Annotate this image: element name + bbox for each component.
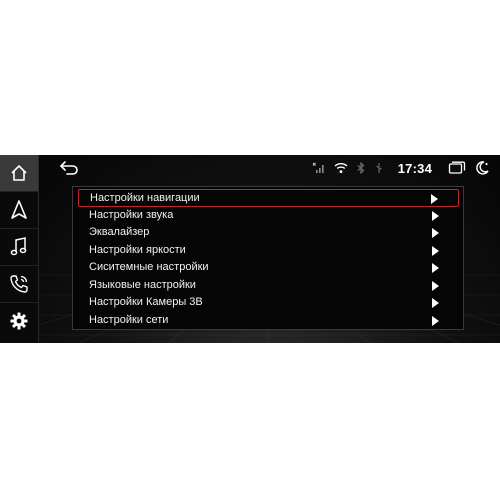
arrow-right-icon xyxy=(432,210,439,221)
arrow-right-icon xyxy=(432,245,439,256)
arrow-right-icon xyxy=(432,298,439,308)
menu-item-label: Настройки яркости xyxy=(89,243,186,256)
usb-icon xyxy=(375,163,382,173)
sidebar-item-home[interactable] xyxy=(0,155,38,192)
menu-item-camera-settings[interactable]: Настройки Камеры 3В xyxy=(78,294,459,312)
status-icons: 17:34 xyxy=(312,157,490,179)
menu-item-sound-settings[interactable]: Настройки звука xyxy=(78,207,459,225)
wifi-icon xyxy=(334,163,348,173)
sidebar-item-music[interactable] xyxy=(0,229,38,266)
menu-item-system-settings[interactable]: Сиситемные настройки xyxy=(78,259,459,277)
multi-window-icon[interactable] xyxy=(448,161,466,175)
night-mode-icon[interactable] xyxy=(474,160,490,176)
arrow-right-icon xyxy=(431,194,438,204)
arrow-right-icon xyxy=(432,315,439,326)
music-icon xyxy=(10,237,27,256)
gear-icon xyxy=(10,312,28,330)
menu-item-label: Настройки звука xyxy=(89,208,174,221)
menu-item-label: Настройки навигации xyxy=(90,192,200,204)
phone-icon xyxy=(10,275,28,293)
settings-menu-panel: Настройки навигации Настройки звука Эква… xyxy=(72,186,464,330)
head-unit-screen: 17:34 Настройки навигации Настройки звук… xyxy=(0,155,500,343)
menu-item-brightness-settings[interactable]: Настройки яркости xyxy=(78,242,459,260)
sidebar-item-navigation[interactable] xyxy=(0,192,38,229)
menu-item-label: Сиситемные настройки xyxy=(89,261,209,273)
arrow-right-icon xyxy=(432,228,439,238)
back-icon[interactable] xyxy=(59,159,81,177)
cellular-signal-icon xyxy=(312,162,324,173)
sidebar-item-settings[interactable] xyxy=(0,303,38,339)
menu-item-label: Языковые настройки xyxy=(89,278,196,291)
clock: 17:34 xyxy=(397,160,432,176)
arrow-right-icon xyxy=(432,280,439,291)
menu-item-language-settings[interactable]: Языковые настройки xyxy=(78,277,459,295)
arrow-right-icon xyxy=(432,263,439,273)
menu-item-label: Эквалайзер xyxy=(89,226,150,238)
home-icon xyxy=(11,165,27,181)
sidebar-item-phone[interactable] xyxy=(0,266,38,303)
menu-item-label: Настройки сети xyxy=(89,313,169,326)
main-area: 17:34 Настройки навигации Настройки звук… xyxy=(39,155,500,343)
menu-item-label: Настройки Камеры 3В xyxy=(89,296,203,308)
menu-item-navigation-settings[interactable]: Настройки навигации xyxy=(78,189,459,207)
sidebar xyxy=(0,155,39,343)
bluetooth-icon xyxy=(357,162,365,174)
status-bar: 17:34 xyxy=(39,155,500,181)
menu-item-equalizer[interactable]: Эквалайзер xyxy=(78,224,459,242)
menu-item-network-settings[interactable]: Настройки сети xyxy=(78,312,459,330)
navigation-icon xyxy=(11,200,27,219)
